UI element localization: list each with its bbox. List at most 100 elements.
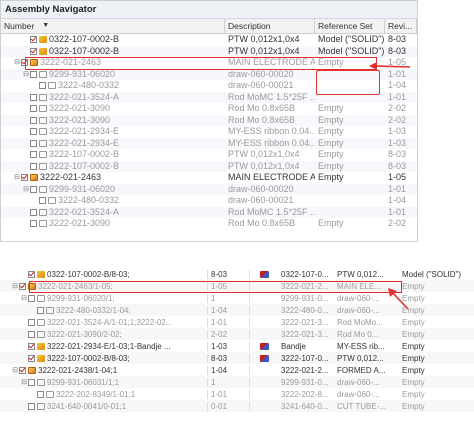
visibility-checkbox[interactable] (39, 82, 46, 90)
column-description[interactable]: Description (225, 19, 315, 33)
part-list-row[interactable]: 0322-107-0002-B/8-03; 8-03 0322-107-0... PT… (0, 268, 474, 280)
visibility-checkbox[interactable] (30, 105, 37, 113)
component-number[interactable]: 3222-021-2438/1-04;1 (38, 366, 117, 375)
part-list-row[interactable]: ⊟ 3222-021-2463/1-05; 1-05 3222-021-2... MAI… (0, 280, 474, 292)
collapse-toggle-icon[interactable]: ⊟ (20, 378, 28, 386)
navigator-row[interactable]: 3222-021-2934-E MY-ESS ribbon 0.04... Empt… (1, 126, 417, 138)
part-list-row[interactable]: 3222-021-2934-E/1-03;1-Bandje ... 1-03 Ban… (0, 340, 474, 352)
navigator-row[interactable]: 3222-021-3090 Rod Mo 0.8x65B Empty 2-02 (1, 218, 417, 230)
visibility-checkbox[interactable] (21, 174, 28, 182)
visibility-checkbox[interactable] (28, 402, 35, 410)
navigator-row[interactable]: ⊟ 9299-931-06020 draw-060-00020 1-01 (1, 183, 417, 196)
visibility-checkbox[interactable] (39, 197, 46, 205)
collapse-toggle-icon[interactable]: ⊟ (11, 282, 19, 290)
component-number[interactable]: 0322-107-0002-B (49, 46, 119, 58)
component-number[interactable]: 3222-021-2934-E (49, 138, 119, 150)
visibility-checkbox[interactable] (30, 185, 37, 193)
visibility-checkbox[interactable] (28, 270, 35, 278)
collapse-toggle-icon[interactable]: ⊟ (13, 57, 21, 69)
visibility-checkbox[interactable] (30, 128, 37, 136)
column-revision[interactable]: Revi... (385, 19, 417, 33)
visibility-checkbox[interactable] (21, 59, 28, 67)
component-number[interactable]: 9299-931-06020 (49, 184, 115, 196)
part-list-row[interactable]: 3222-202-8349/1-01;1 1-01 3222-202-8... dra… (0, 388, 474, 400)
part-list-row[interactable]: ⊟ 3222-021-2438/1-04;1 1-04 3222-021-2... FO… (0, 364, 474, 376)
component-number[interactable]: 3222-021-2463 (40, 57, 101, 69)
component-number[interactable]: 3222-021-2934-E/1-03;1-Bandje ... (47, 342, 171, 351)
visibility-checkbox[interactable] (30, 70, 37, 78)
component-number[interactable]: 0322-107-0002-B/8-03; (47, 270, 130, 279)
part-list-row[interactable]: ⊟ 9299-931-06020/1; 1 9299-931-0... draw-060… (0, 292, 474, 304)
visibility-checkbox[interactable] (28, 354, 35, 362)
navigator-row[interactable]: 3222-021-3090 Rod Mo 0.8x65B Empty 2-02 (1, 103, 417, 115)
sort-down-icon[interactable]: ▼ (42, 19, 49, 33)
part-list-row[interactable]: 3222-021-3090/2-02; 2-02 3222-021-3... Rod … (0, 328, 474, 340)
component-number[interactable]: 3222-021-3090 (49, 218, 110, 230)
collapse-toggle-icon[interactable]: ⊟ (20, 294, 28, 302)
visibility-checkbox[interactable] (30, 47, 37, 55)
component-number[interactable]: 3222-021-3524-A (49, 92, 119, 104)
component-number[interactable]: 3222-021-2463/1-05; (38, 282, 113, 291)
component-number[interactable]: 3222-021-3524-A (49, 207, 119, 219)
visibility-checkbox[interactable] (28, 318, 35, 326)
collapse-toggle-icon[interactable]: ⊟ (22, 69, 30, 81)
component-number[interactable]: 3222-021-2463 (40, 172, 101, 184)
collapse-toggle-icon[interactable]: ⊟ (22, 184, 30, 196)
component-number[interactable]: 9299-931-06031/1;1 (47, 378, 119, 387)
navigator-row[interactable]: ⊟ 9299-931-06020 draw-060-00020 1-01 (1, 68, 417, 81)
component-number[interactable]: 3222-480-0332 (58, 195, 119, 207)
navigator-row[interactable]: 3222-107-0002-B PTW 0,012x1,0x4 Empty 8-03 (1, 149, 417, 161)
part-list-row[interactable]: 3222-480-0332/1-04; 1-04 3222-480-0... draw… (0, 304, 474, 316)
column-reference-set[interactable]: Reference Set (315, 19, 385, 33)
component-number[interactable]: 3222-480-0332/1-04; (56, 306, 131, 315)
visibility-checkbox[interactable] (28, 378, 35, 386)
component-number[interactable]: 3222-107-0002-B (49, 161, 119, 173)
navigator-row[interactable]: 3222-021-3524-A Rod MoMC 1.5*25F ... 1-01 (1, 91, 417, 104)
visibility-checkbox[interactable] (37, 306, 44, 314)
navigator-row[interactable]: 3222-480-0332 draw-060-00021 1-04 (1, 195, 417, 207)
visibility-checkbox[interactable] (28, 294, 35, 302)
visibility-checkbox[interactable] (28, 342, 35, 350)
visibility-checkbox[interactable] (30, 162, 37, 170)
visibility-checkbox[interactable] (30, 220, 37, 228)
part-list-row[interactable]: 3222-107-0002-B/8-03; 8-03 3222-107-0... PT… (0, 352, 474, 364)
navigator-row[interactable]: 0322-107-0002-B PTW 0,012x1,0x4 Model ("SO… (1, 45, 417, 58)
navigator-row[interactable]: 3222-021-3090 Rod Mo 0.8x65B Empty 2-02 (1, 114, 417, 127)
navigator-row[interactable]: 3222-021-2934-E MY-ESS ribbon 0.04... Empt… (1, 137, 417, 150)
visibility-checkbox[interactable] (30, 116, 37, 124)
visibility-checkbox[interactable] (37, 390, 44, 398)
navigator-row[interactable]: ⊟ 3222-021-2463 MAIN ELECTRODE AS...Empty 1… (1, 172, 417, 184)
component-number[interactable]: 9299-931-06020/1; (47, 294, 115, 303)
navigator-row[interactable]: 3222-021-3524-A Rod MoMC 1.5*25F ... 1-01 (1, 206, 417, 219)
component-number[interactable]: 3222-021-3090 (49, 103, 110, 115)
component-number[interactable]: 3222-021-3090 (49, 115, 110, 127)
component-number[interactable]: 3241-640-0041/0-01;1 (47, 402, 126, 411)
component-number[interactable]: 3222-021-3090/2-02; (47, 330, 122, 339)
visibility-checkbox[interactable] (30, 139, 37, 147)
component-number[interactable]: 9299-931-06020 (49, 69, 115, 81)
visibility-checkbox[interactable] (30, 208, 37, 216)
visibility-checkbox[interactable] (19, 282, 26, 290)
visibility-checkbox[interactable] (28, 330, 35, 338)
visibility-checkbox[interactable] (30, 151, 37, 159)
column-number[interactable]: Number ▼ (1, 19, 225, 33)
component-number[interactable]: 3222-480-0332 (58, 80, 119, 92)
component-number[interactable]: 3222-021-3524-A/1-01;1;3222-02... (47, 318, 172, 327)
collapse-toggle-icon[interactable]: ⊟ (11, 366, 19, 374)
navigator-row[interactable]: ⊟ 3222-021-2463 MAIN ELECTRODE AS...Empty 1… (1, 57, 417, 69)
part-list-row[interactable]: 3241-640-0041/0-01;1 0-01 3241-640-0... CUT… (0, 400, 474, 412)
collapse-toggle-icon[interactable]: ⊟ (13, 172, 21, 184)
part-list-row[interactable]: ⊟ 9299-931-06031/1;1 1 9299-931-0... draw-06… (0, 376, 474, 388)
visibility-checkbox[interactable] (19, 366, 26, 374)
navigator-row[interactable]: 3222-480-0332 draw-060-00021 1-04 (1, 80, 417, 92)
component-number[interactable]: 0322-107-0002-B (49, 34, 119, 46)
visibility-checkbox[interactable] (30, 36, 37, 44)
navigator-row[interactable]: 0322-107-0002-B PTW 0,012x1,0x4 Model ("SO… (1, 34, 417, 46)
component-number[interactable]: 3222-202-8349/1-01;1 (56, 390, 135, 399)
component-number[interactable]: 3222-107-0002-B (49, 149, 119, 161)
component-number[interactable]: 3222-107-0002-B/8-03; (47, 354, 130, 363)
part-list-row[interactable]: 3222-021-3524-A/1-01;1;3222-02... 1-01 322… (0, 316, 474, 328)
visibility-checkbox[interactable] (30, 93, 37, 101)
navigator-row[interactable]: 3222-107-0002-B PTW 0,012x1,0x4 Empty 8-03 (1, 160, 417, 173)
component-number[interactable]: 3222-021-2934-E (49, 126, 119, 138)
